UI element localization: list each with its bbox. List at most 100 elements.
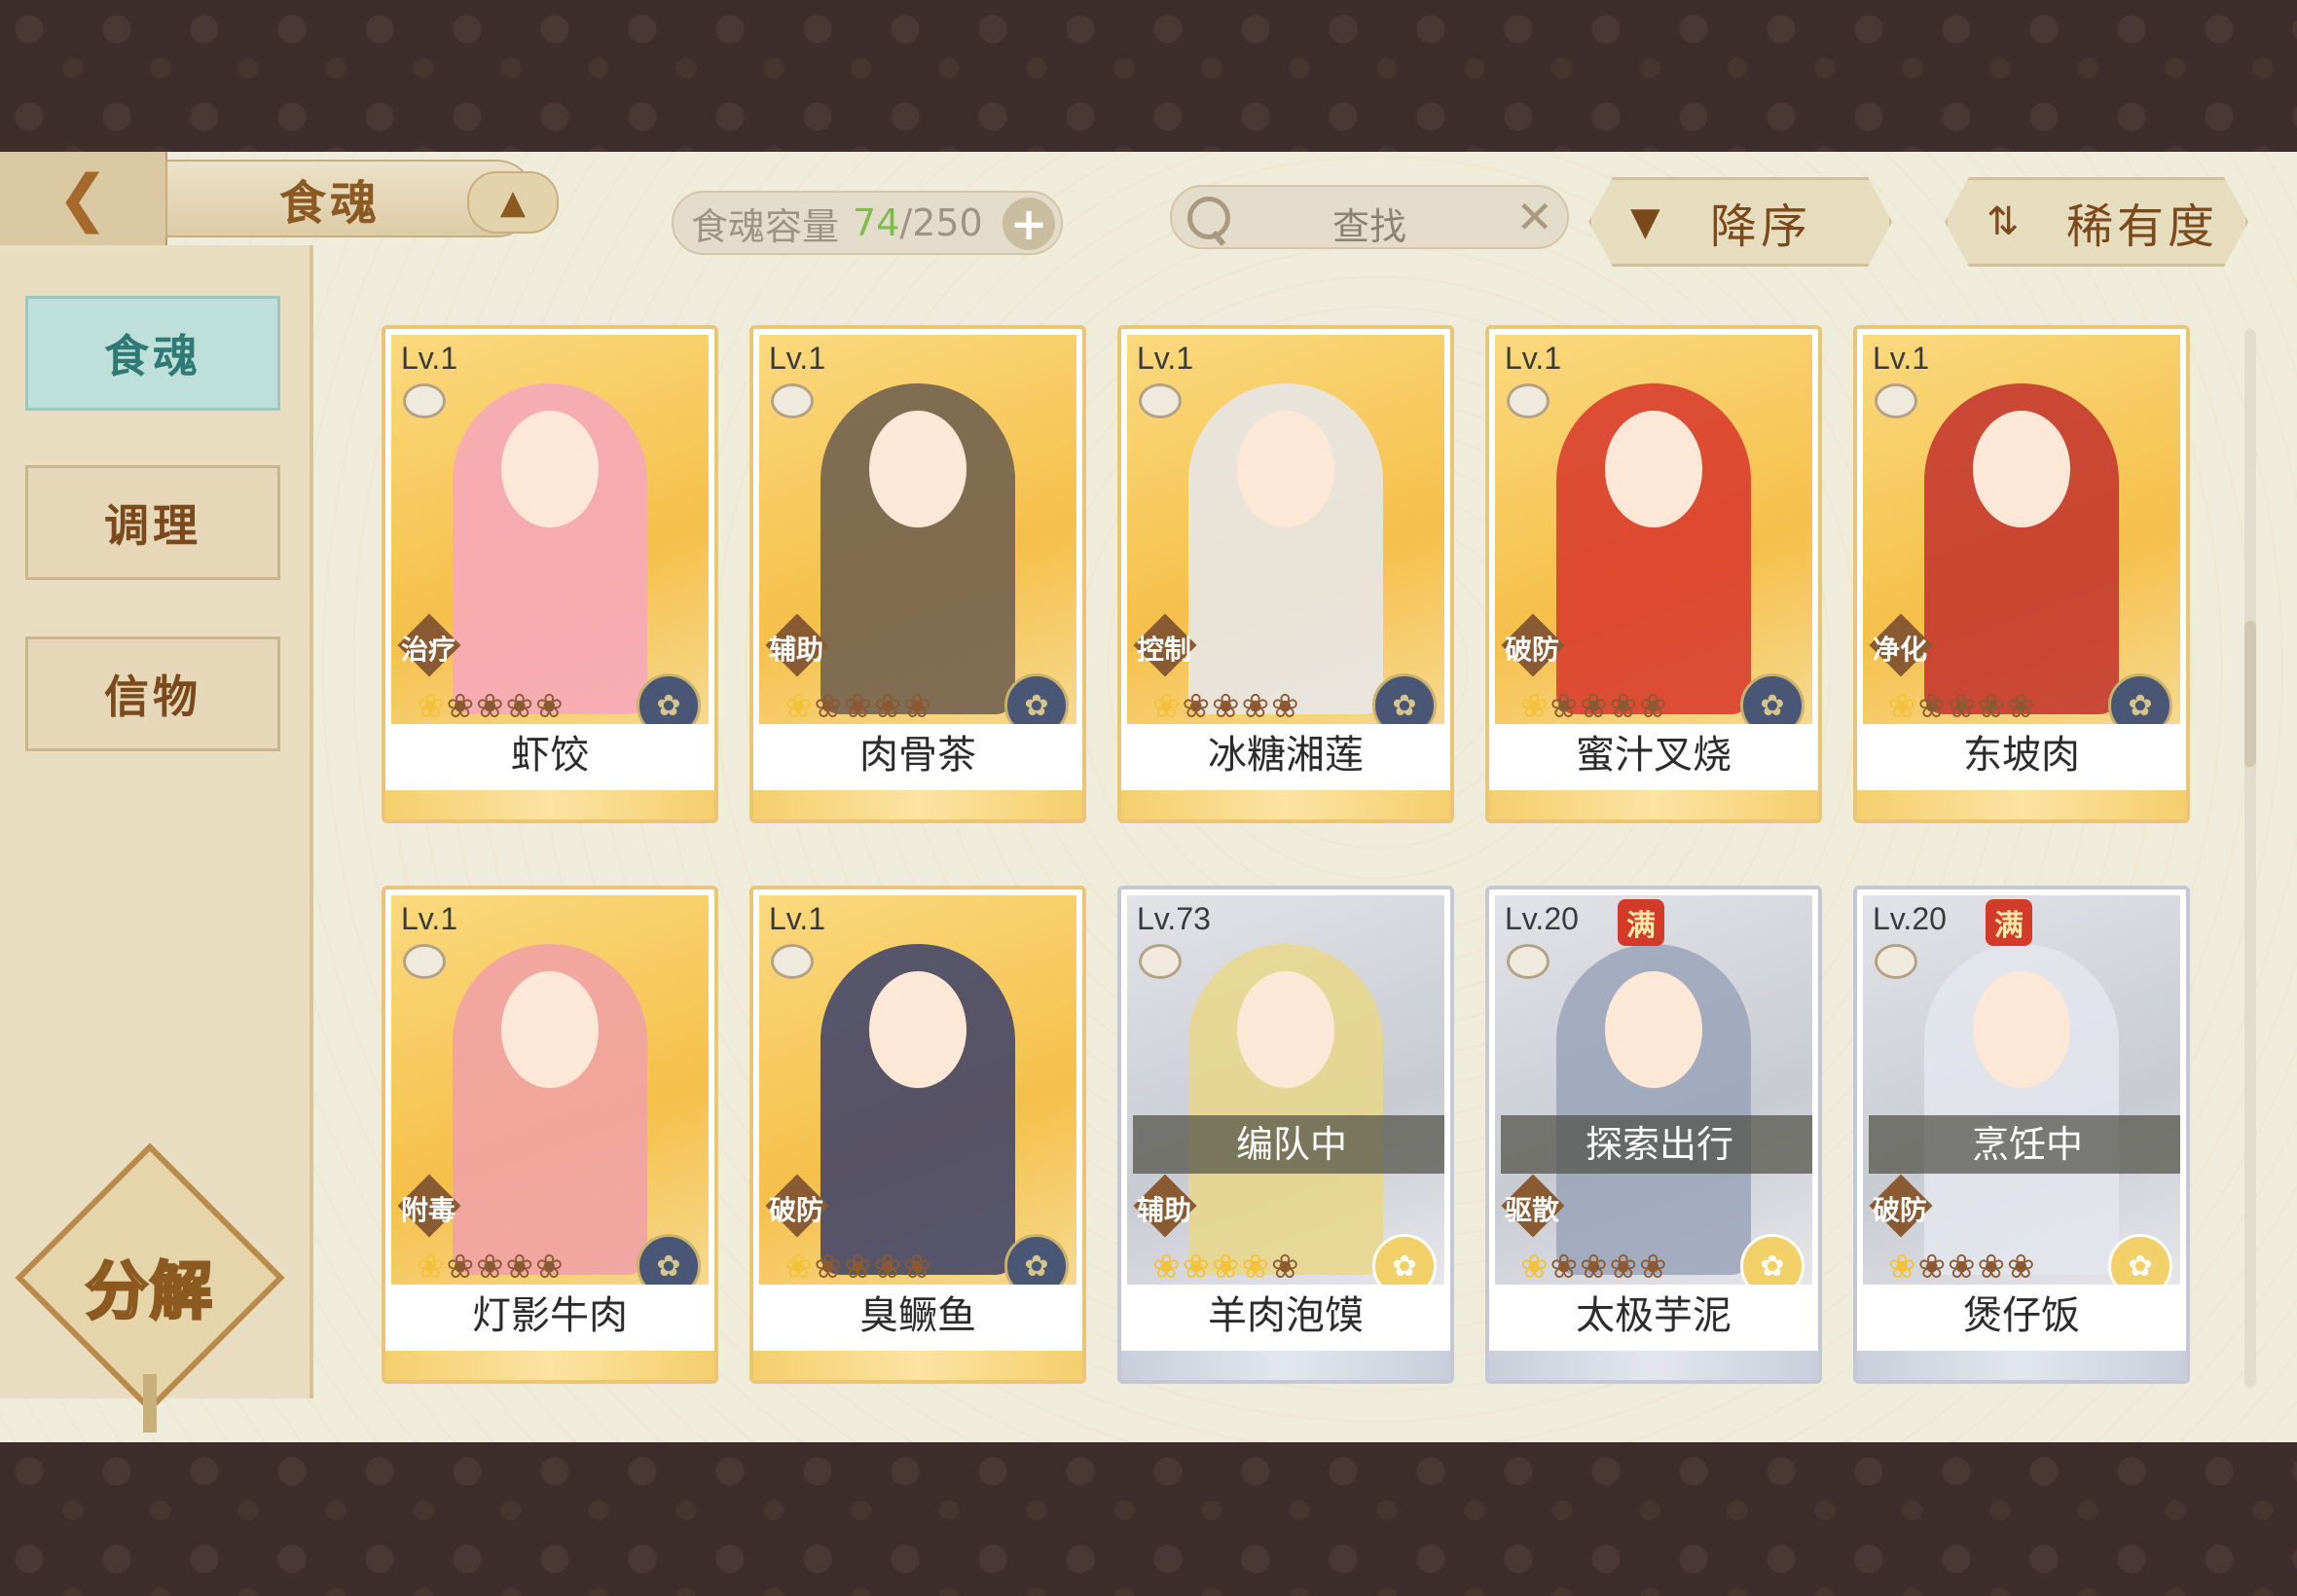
flame-star-icon: ❀ xyxy=(1550,1248,1580,1285)
flame-star-icon: ❀ xyxy=(1580,687,1610,724)
character-portrait: Lv.20 满烹饪中 破防 ❀❀❀❀❀ ✿ xyxy=(1863,895,2180,1285)
decompose-label[interactable]: 分解 xyxy=(55,1242,245,1331)
rarity-flower-icon: ✿ xyxy=(1004,1234,1069,1285)
character-portrait: Lv.1 治疗 ❀❀❀❀❀ ✿ xyxy=(391,335,709,724)
food-soul-card[interactable]: Lv.20 满烹饪中 破防 ❀❀❀❀❀ ✿ 煲仔饭 xyxy=(1853,886,2190,1384)
flame-star-icon: ❀ xyxy=(476,687,506,724)
food-soul-card[interactable]: Lv.20 满探索出行 驱散 ❀❀❀❀❀ ✿ 太极芋泥 xyxy=(1485,886,1822,1384)
flame-star-icon: ❀ xyxy=(417,1248,447,1285)
star-rating: ❀❀❀❀❀ xyxy=(417,1248,565,1285)
star-rating: ❀❀❀❀❀ xyxy=(417,687,565,724)
tab-label: 信物 xyxy=(104,671,201,723)
sort-order-label: 降序 xyxy=(1710,200,1812,254)
bowl-icon xyxy=(1139,383,1182,418)
bottom-border-pattern xyxy=(0,1442,2297,1596)
flame-star-icon: ❀ xyxy=(535,687,565,724)
character-portrait: Lv.1 辅助 ❀❀❀❀❀ ✿ xyxy=(759,335,1076,724)
character-portrait: Lv.1 破防 ❀❀❀❀❀ ✿ xyxy=(1495,335,1812,724)
food-soul-card[interactable]: Lv.73 编队中 辅助 ❀❀❀❀❀ ✿ 羊肉泡馍 xyxy=(1117,886,1454,1384)
tab-tokens[interactable]: 信物 xyxy=(25,636,280,751)
role-badge: 破防 xyxy=(1499,613,1565,677)
card-bottom-stripe xyxy=(753,1351,1082,1380)
food-soul-name: 臭鳜鱼 xyxy=(753,1285,1082,1347)
level-label: Lv.1 xyxy=(1505,341,1562,376)
search-box[interactable]: 查找 ✕ xyxy=(1170,185,1569,249)
level-label: Lv.1 xyxy=(1137,341,1194,376)
role-label: 净化 xyxy=(1872,634,1927,666)
rarity-flower-icon: ✿ xyxy=(637,673,701,724)
bowl-icon xyxy=(771,383,814,418)
food-soul-card[interactable]: Lv.1 破防 ❀❀❀❀❀ ✿ 蜜汁叉烧 xyxy=(1485,325,1822,823)
level-label: Lv.1 xyxy=(401,341,458,376)
scrollbar[interactable] xyxy=(2244,329,2256,1388)
bowl-icon xyxy=(1507,383,1550,418)
role-label: 治疗 xyxy=(400,634,456,666)
flame-star-icon: ❀ xyxy=(476,1248,506,1285)
rarity-flower-icon: ✿ xyxy=(2108,1234,2172,1285)
back-button[interactable]: ❮ xyxy=(0,152,167,245)
flame-star-icon: ❀ xyxy=(1241,687,1271,724)
expand-capacity-button[interactable]: + xyxy=(1003,198,1055,250)
character-face xyxy=(501,971,599,1088)
tab-food-souls[interactable]: 食魂 xyxy=(25,296,280,411)
back-arrow-icon: ❮ xyxy=(56,163,109,235)
card-bottom-stripe xyxy=(1121,790,1450,819)
food-soul-name: 肉骨茶 xyxy=(753,724,1082,786)
character-portrait: Lv.1 控制 ❀❀❀❀❀ ✿ xyxy=(1127,335,1444,724)
flame-star-icon: ❀ xyxy=(1639,1248,1669,1285)
role-label: 辅助 xyxy=(1136,1194,1191,1226)
rarity-flower-icon: ✿ xyxy=(2108,673,2172,724)
food-soul-card[interactable]: Lv.1 辅助 ❀❀❀❀❀ ✿ 肉骨茶 xyxy=(749,325,1086,823)
status-overlay: 烹饪中 xyxy=(1869,1115,2180,1174)
bowl-icon xyxy=(1507,944,1550,979)
flame-star-icon: ❀ xyxy=(1580,1248,1610,1285)
character-face xyxy=(1973,411,2070,527)
character-face xyxy=(869,971,966,1088)
food-soul-card[interactable]: Lv.1 治疗 ❀❀❀❀❀ ✿ 虾饺 xyxy=(382,325,718,823)
food-soul-card[interactable]: Lv.1 破防 ❀❀❀❀❀ ✿ 臭鳜鱼 xyxy=(749,886,1086,1384)
flame-star-icon: ❀ xyxy=(505,1248,535,1285)
food-soul-card[interactable]: Lv.1 净化 ❀❀❀❀❀ ✿ 东坡肉 xyxy=(1853,325,2190,823)
clear-icon[interactable]: ✕ xyxy=(1515,191,1553,243)
rarity-flower-icon: ✿ xyxy=(1740,673,1805,724)
role-badge: 治疗 xyxy=(395,613,461,677)
triangle-down-icon: ▼ xyxy=(1630,200,1660,244)
capacity-label: 食魂容量 xyxy=(691,204,840,248)
character-face xyxy=(1973,971,2070,1088)
character-portrait: Lv.73 编队中 辅助 ❀❀❀❀❀ ✿ xyxy=(1127,895,1444,1285)
flame-star-icon: ❀ xyxy=(844,1248,874,1285)
card-bottom-stripe xyxy=(385,790,714,819)
flame-star-icon: ❀ xyxy=(873,687,903,724)
level-label: Lv.1 xyxy=(1873,341,1930,376)
tab-label: 调理 xyxy=(104,499,201,552)
flame-star-icon: ❀ xyxy=(1152,1248,1183,1285)
flame-star-icon: ❀ xyxy=(814,687,844,724)
flame-star-icon: ❀ xyxy=(1182,687,1212,724)
level-label: Lv.1 xyxy=(769,341,826,376)
character-face xyxy=(869,411,966,527)
card-bottom-stripe xyxy=(1857,1351,2186,1380)
role-badge: 辅助 xyxy=(763,613,829,677)
card-bottom-stripe xyxy=(1121,1351,1450,1380)
food-soul-card[interactable]: Lv.1 控制 ❀❀❀❀❀ ✿ 冰糖湘莲 xyxy=(1117,325,1454,823)
scrollbar-thumb[interactable] xyxy=(2244,621,2256,767)
role-label: 破防 xyxy=(1872,1194,1927,1226)
capacity-indicator: 食魂容量 74 / 250 + xyxy=(672,191,1063,255)
flame-star-icon: ❀ xyxy=(446,1248,476,1285)
search-input[interactable]: 查找 xyxy=(1172,197,1567,250)
food-soul-card[interactable]: Lv.1 附毒 ❀❀❀❀❀ ✿ 灯影牛肉 xyxy=(382,886,718,1384)
sort-key-button[interactable]: ⇅ 稀有度 xyxy=(1945,177,2248,267)
home-pavilion-icon[interactable]: ▲ xyxy=(467,171,559,234)
flame-star-icon: ❀ xyxy=(1639,687,1669,724)
sort-order-button[interactable]: ▼ 降序 xyxy=(1588,177,1892,267)
rarity-flower-icon: ✿ xyxy=(1372,673,1437,724)
flame-star-icon: ❀ xyxy=(505,687,535,724)
tab-conditioning[interactable]: 调理 xyxy=(25,465,280,580)
role-label: 破防 xyxy=(768,1194,823,1226)
role-badge: 辅助 xyxy=(1131,1174,1197,1238)
star-rating: ❀❀❀❀❀ xyxy=(784,1248,933,1285)
role-badge: 驱散 xyxy=(1499,1174,1565,1238)
flame-star-icon: ❀ xyxy=(1948,1248,1978,1285)
status-overlay: 编队中 xyxy=(1133,1115,1444,1174)
status-overlay: 探索出行 xyxy=(1501,1115,1812,1174)
